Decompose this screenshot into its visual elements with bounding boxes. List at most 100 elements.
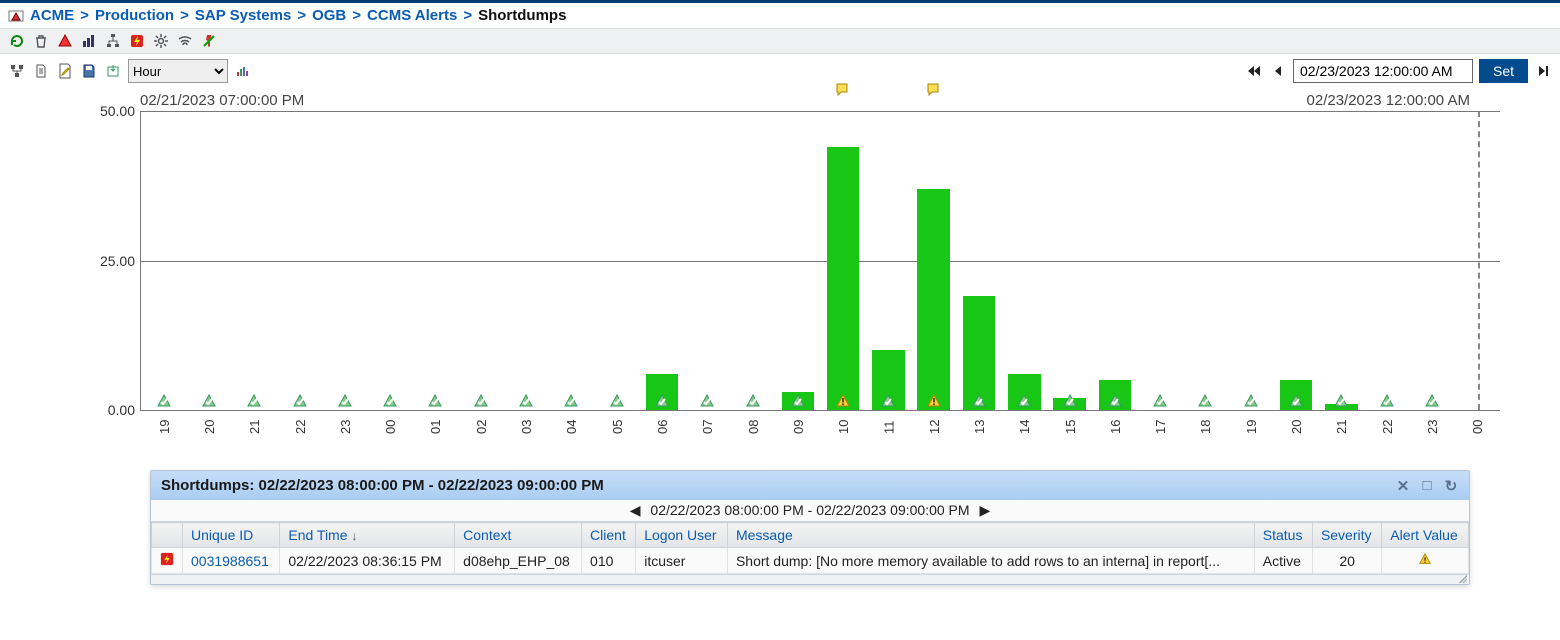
refresh-icon[interactable]: [8, 32, 26, 50]
bar-cell[interactable]: 01: [413, 111, 458, 410]
bar-cell[interactable]: 03: [503, 111, 548, 410]
bar-cell[interactable]: 02: [458, 111, 503, 410]
unpin-icon[interactable]: [200, 32, 218, 50]
x-tick: 00: [383, 420, 398, 434]
col-severity[interactable]: Severity: [1312, 523, 1381, 548]
bar-cell[interactable]: 12: [911, 111, 956, 410]
col-icon[interactable]: [152, 523, 183, 548]
bar-cell[interactable]: 19: [1228, 111, 1273, 410]
cell-end-time: 02/22/2023 08:36:15 PM: [280, 548, 455, 574]
note-icon[interactable]: [836, 83, 850, 97]
col-unique-id[interactable]: Unique ID: [183, 523, 280, 548]
time-toolbar: Hour Set: [0, 54, 1560, 88]
col-status[interactable]: Status: [1254, 523, 1312, 548]
col-logon-user[interactable]: Logon User: [636, 523, 728, 548]
col-context[interactable]: Context: [455, 523, 582, 548]
refresh-panel-icon[interactable]: ↻: [1443, 478, 1459, 494]
x-tick: 18: [1198, 420, 1213, 434]
ok-marker-icon: [971, 394, 987, 408]
bar-cell[interactable]: 08: [730, 111, 775, 410]
bar-cell[interactable]: 07: [685, 111, 730, 410]
detail-panel: Shortdumps: 02/22/2023 08:00:00 PM - 02/…: [150, 470, 1470, 585]
x-tick: 11: [882, 421, 897, 435]
bar-cell[interactable]: 22: [277, 111, 322, 410]
forward-end-icon[interactable]: [1534, 62, 1552, 80]
cell-severity: 20: [1312, 548, 1381, 574]
note-icon[interactable]: [927, 83, 941, 97]
hierarchy-icon[interactable]: [8, 62, 26, 80]
main-toolbar: [0, 28, 1560, 54]
datetime-input[interactable]: [1293, 59, 1473, 83]
close-icon[interactable]: ✕: [1395, 478, 1411, 494]
wifi-icon[interactable]: [176, 32, 194, 50]
panel-header[interactable]: Shortdumps: 02/22/2023 08:00:00 PM - 02/…: [151, 471, 1469, 500]
bar-cell[interactable]: 10: [820, 111, 865, 410]
breadcrumb-link[interactable]: CCMS Alerts: [367, 7, 457, 24]
breadcrumb-link[interactable]: Production: [95, 7, 174, 24]
bolt-icon[interactable]: [128, 32, 146, 50]
bar-chart[interactable]: 0.0025.0050.0019202122230001020304050607…: [140, 111, 1500, 411]
col-client[interactable]: Client: [582, 523, 636, 548]
x-tick: 02: [473, 420, 488, 434]
bar-cell[interactable]: 11: [866, 111, 911, 410]
bar-cell[interactable]: 19: [141, 111, 186, 410]
bar-cell[interactable]: 21: [1319, 111, 1364, 410]
bar-chart-icon[interactable]: [80, 32, 98, 50]
document-icon[interactable]: [32, 62, 50, 80]
bar-cell[interactable]: 13: [956, 111, 1001, 410]
bar-cell[interactable]: 21: [232, 111, 277, 410]
bar-cell[interactable]: 05: [594, 111, 639, 410]
y-tick: 25.00: [85, 253, 135, 269]
breadcrumb-link[interactable]: SAP Systems: [195, 7, 291, 24]
ok-marker-icon: [1152, 394, 1168, 408]
bar-cell[interactable]: 16: [1092, 111, 1137, 410]
table-row[interactable]: 0031988651 02/22/2023 08:36:15 PM d08ehp…: [152, 548, 1469, 574]
col-message[interactable]: Message: [727, 523, 1254, 548]
bar-cell[interactable]: 20: [186, 111, 231, 410]
rewind-fast-icon[interactable]: [1245, 62, 1263, 80]
x-tick: 04: [564, 420, 579, 434]
x-tick: 00: [1470, 420, 1485, 434]
edit-icon[interactable]: [56, 62, 74, 80]
ok-marker-icon: [1016, 394, 1032, 408]
maximize-icon[interactable]: □: [1419, 478, 1435, 494]
bar-cell[interactable]: 23: [1409, 111, 1454, 410]
gear-icon[interactable]: [152, 32, 170, 50]
alert-triangle-icon[interactable]: [56, 32, 74, 50]
bar-cell[interactable]: 23: [322, 111, 367, 410]
save-icon[interactable]: [80, 62, 98, 80]
resize-handle[interactable]: [1457, 573, 1467, 583]
bar-cell[interactable]: 18: [1183, 111, 1228, 410]
interval-select[interactable]: Hour: [128, 59, 228, 83]
cell-unique-id[interactable]: 0031988651: [183, 548, 280, 574]
pager-next-icon[interactable]: ▶: [973, 502, 996, 518]
bar-cell[interactable]: 17: [1138, 111, 1183, 410]
breadcrumb-link[interactable]: OGB: [312, 7, 346, 24]
tree-icon[interactable]: [104, 32, 122, 50]
ok-marker-icon: [518, 394, 534, 408]
bar-cell[interactable]: 09: [775, 111, 820, 410]
bar-cell[interactable]: 22: [1364, 111, 1409, 410]
cell-client: 010: [582, 548, 636, 574]
delete-icon[interactable]: [32, 32, 50, 50]
col-alert-value[interactable]: Alert Value: [1382, 523, 1469, 548]
rewind-icon[interactable]: [1269, 62, 1287, 80]
pager-prev-icon[interactable]: ◀: [624, 502, 647, 518]
x-tick: 13: [972, 420, 987, 434]
mini-chart-icon[interactable]: [234, 62, 252, 80]
bar-cell[interactable]: 15: [1047, 111, 1092, 410]
set-button[interactable]: Set: [1479, 59, 1528, 83]
bar-cell[interactable]: 00: [367, 111, 412, 410]
export-icon[interactable]: [104, 62, 122, 80]
bar-cell[interactable]: 06: [639, 111, 684, 410]
y-tick: 0.00: [85, 402, 135, 418]
bar-cell[interactable]: 14: [1002, 111, 1047, 410]
bar-cell[interactable]: 04: [549, 111, 594, 410]
ok-marker-icon: [1107, 394, 1123, 408]
bar-cell[interactable]: 00: [1455, 111, 1500, 410]
breadcrumb-link[interactable]: ACME: [30, 7, 74, 24]
ok-marker-icon: [609, 394, 625, 408]
col-end-time[interactable]: End Time↓: [280, 523, 455, 548]
ok-marker-icon: [563, 394, 579, 408]
bar-cell[interactable]: 20: [1273, 111, 1318, 410]
